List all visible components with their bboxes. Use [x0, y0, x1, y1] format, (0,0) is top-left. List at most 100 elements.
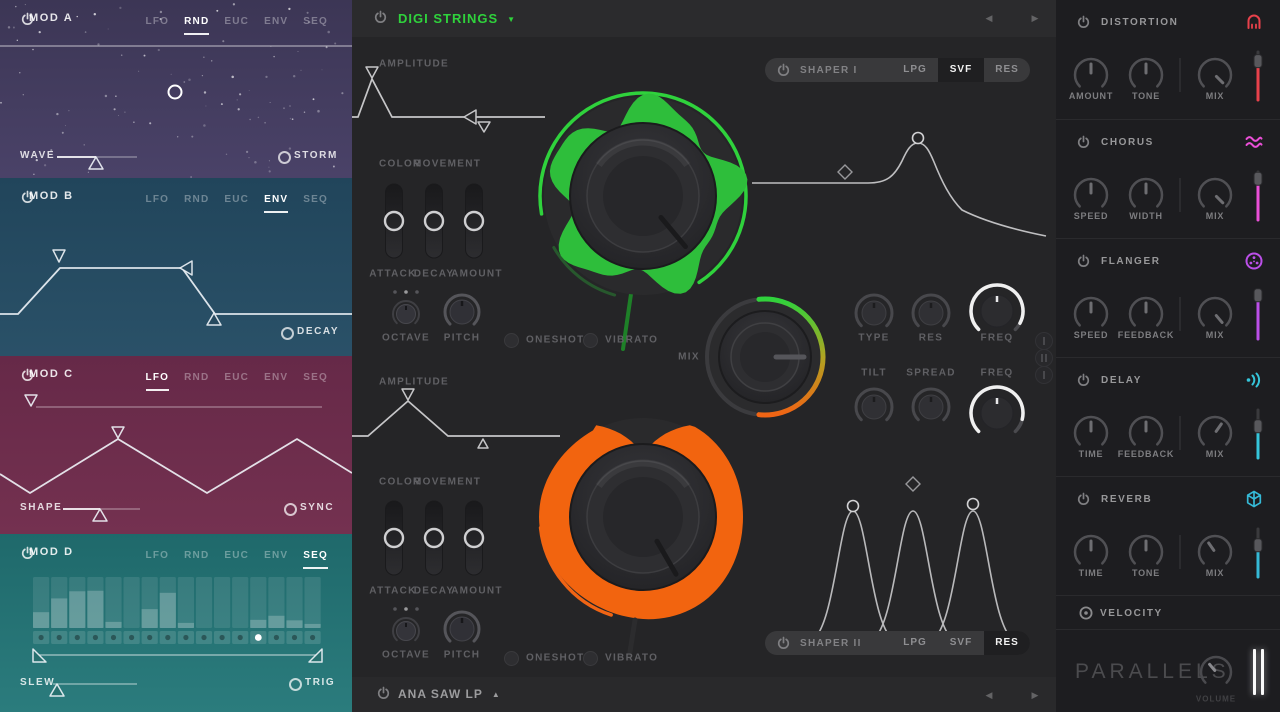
voice-b-vibrato-toggle[interactable] — [583, 651, 598, 666]
voice-b-octave-knob[interactable] — [393, 618, 419, 641]
mod-c-tab-euc[interactable]: EUC — [224, 372, 249, 391]
fx-distortion-mix-knob[interactable] — [1199, 59, 1231, 86]
mod-d-step-16-bar[interactable] — [305, 577, 321, 628]
mod-a-tab-euc[interactable]: EUC — [224, 16, 249, 35]
mod-b-decay-toggle[interactable] — [281, 327, 294, 340]
engine-selector[interactable]: ANA SAW LP▲ — [398, 687, 501, 701]
shaper2-freq-knob[interactable] — [971, 387, 1023, 431]
mod-c-sync-toggle[interactable] — [284, 503, 297, 516]
shaper1-type-knob[interactable] — [856, 295, 892, 326]
mod-d-tab-euc[interactable]: EUC — [224, 550, 249, 569]
shaper1-mode-svf[interactable]: SVF — [938, 58, 984, 82]
voice-b-oneshot-toggle[interactable] — [504, 651, 519, 666]
mix-knob[interactable] — [707, 299, 823, 415]
voice-a-decay-slider[interactable] — [425, 184, 443, 258]
preset-selector[interactable]: DIGI STRINGS▼ — [398, 11, 516, 26]
mod-d-step-15-bar[interactable] — [286, 577, 302, 628]
routing-button-2[interactable] — [1036, 350, 1053, 367]
fx-reverb-power-icon[interactable] — [1076, 492, 1091, 507]
fx-chorus-speed-knob[interactable] — [1075, 179, 1107, 206]
mod-b-tab-rnd[interactable]: RND — [184, 194, 209, 213]
mod-d-step-12-bar[interactable] — [232, 577, 248, 628]
mod-d-step-6-bar[interactable] — [124, 577, 140, 628]
mod-a-tab-rnd[interactable]: RND — [184, 16, 209, 35]
mod-a-tab-env[interactable]: ENV — [264, 16, 288, 35]
voice-b-pitch-knob[interactable] — [445, 612, 479, 641]
engine-power-icon[interactable] — [376, 686, 391, 701]
fx-flanger-mix-knob[interactable] — [1199, 298, 1231, 325]
fx-flanger-level-slider[interactable] — [1254, 289, 1262, 339]
mod-d-step-10-bar[interactable] — [196, 577, 212, 628]
mod-d-tab-lfo[interactable]: LFO — [146, 550, 170, 569]
mod-b-tab-seq[interactable]: SEQ — [303, 194, 328, 213]
fx-reverb-level-slider[interactable] — [1254, 529, 1262, 577]
fx-distortion-level-slider[interactable] — [1254, 52, 1262, 100]
voice-b-decay-slider[interactable] — [425, 501, 443, 575]
fx-distortion-tone-knob[interactable] — [1130, 59, 1162, 86]
mod-b-tab-euc[interactable]: EUC — [224, 194, 249, 213]
voice-a-amount-slider[interactable] — [465, 184, 483, 258]
shaper2-mode-lpg[interactable]: LPG — [892, 631, 938, 655]
fx-flanger-power-icon[interactable] — [1076, 254, 1091, 269]
shaper2-spread-knob[interactable] — [913, 389, 949, 420]
voice-a-oneshot-toggle[interactable] — [504, 333, 519, 348]
fx-flanger-feedback-knob[interactable] — [1130, 298, 1162, 325]
voice-b-attack-slider[interactable] — [385, 501, 403, 575]
fx-reverb-time-knob[interactable] — [1075, 536, 1107, 563]
mod-a-tab-seq[interactable]: SEQ — [303, 16, 328, 35]
fx-delay-power-icon[interactable] — [1076, 373, 1091, 388]
shaper2-power-icon[interactable] — [776, 636, 791, 651]
fx-chorus-power-icon[interactable] — [1076, 135, 1091, 150]
fx-chorus-mix-knob[interactable] — [1199, 179, 1231, 206]
fx-delay-mix-knob[interactable] — [1199, 417, 1231, 444]
fx-chorus-level-slider[interactable] — [1254, 172, 1262, 220]
mod-d-step-9-bar[interactable] — [178, 577, 194, 628]
fx-delay-time-knob[interactable] — [1075, 417, 1107, 444]
shaper1-power-icon[interactable] — [776, 63, 791, 78]
engine-prev-button[interactable]: ◀ — [974, 677, 1004, 712]
mod-d-step-5-bar[interactable] — [105, 577, 121, 628]
master-volume-knob[interactable] — [1196, 652, 1236, 692]
mod-d-tab-rnd[interactable]: RND — [184, 550, 209, 569]
shaper2-mode-res[interactable]: RES — [984, 631, 1030, 655]
mod-d-trig-toggle[interactable] — [289, 678, 302, 691]
voice-a-vibrato-toggle[interactable] — [583, 333, 598, 348]
shaper2-tilt-knob[interactable] — [856, 389, 892, 420]
mod-b-tab-lfo[interactable]: LFO — [146, 194, 170, 213]
mod-d-tab-seq[interactable]: SEQ — [303, 550, 328, 569]
mod-c-tab-lfo[interactable]: LFO — [146, 372, 170, 391]
voice-a-pitch-label: PITCH — [444, 333, 481, 344]
preset-next-button[interactable]: ▶ — [1020, 0, 1050, 37]
mod-a-storm-toggle[interactable] — [278, 151, 291, 164]
fx-reverb-tone-knob[interactable] — [1130, 536, 1162, 563]
mod-d-tab-env[interactable]: ENV — [264, 550, 288, 569]
voice-b-amount-slider[interactable] — [465, 501, 483, 575]
fx-delay-feedback-knob[interactable] — [1130, 417, 1162, 444]
shaper1-res-knob[interactable] — [913, 295, 949, 326]
voice-a-attack-slider[interactable] — [385, 184, 403, 258]
engine-next-button[interactable]: ▶ — [1020, 677, 1050, 712]
preset-power-icon[interactable] — [373, 10, 388, 25]
fx-delay-level-slider[interactable] — [1254, 410, 1262, 458]
shaper1-freq-knob[interactable] — [971, 285, 1023, 329]
fx-distortion-power-icon[interactable] — [1076, 15, 1091, 30]
voice-a-octave-knob[interactable] — [393, 301, 419, 324]
shaper2-mode-svf[interactable]: SVF — [938, 631, 984, 655]
mod-c-tab-env[interactable]: ENV — [264, 372, 288, 391]
fx-distortion-amount-knob[interactable] — [1075, 59, 1107, 86]
fx-flanger-speed-knob[interactable] — [1075, 298, 1107, 325]
routing-button-1[interactable] — [1036, 333, 1053, 350]
mod-c-tab-seq[interactable]: SEQ — [303, 372, 328, 391]
voice-a-pitch-knob[interactable] — [445, 295, 479, 324]
preset-prev-button[interactable]: ◀ — [974, 0, 1004, 37]
velocity-icon[interactable] — [1078, 605, 1094, 621]
mod-c-tab-rnd[interactable]: RND — [184, 372, 209, 391]
fx-chorus-width-knob[interactable] — [1130, 179, 1162, 206]
mod-d-step-11-bar[interactable] — [214, 577, 230, 628]
shaper1-mode-lpg[interactable]: LPG — [892, 58, 938, 82]
shaper1-mode-res[interactable]: RES — [984, 58, 1030, 82]
routing-button-3[interactable] — [1036, 367, 1053, 384]
mod-b-tab-env[interactable]: ENV — [264, 194, 288, 213]
fx-reverb-mix-knob[interactable] — [1199, 536, 1231, 563]
mod-a-tab-lfo[interactable]: LFO — [146, 16, 170, 35]
